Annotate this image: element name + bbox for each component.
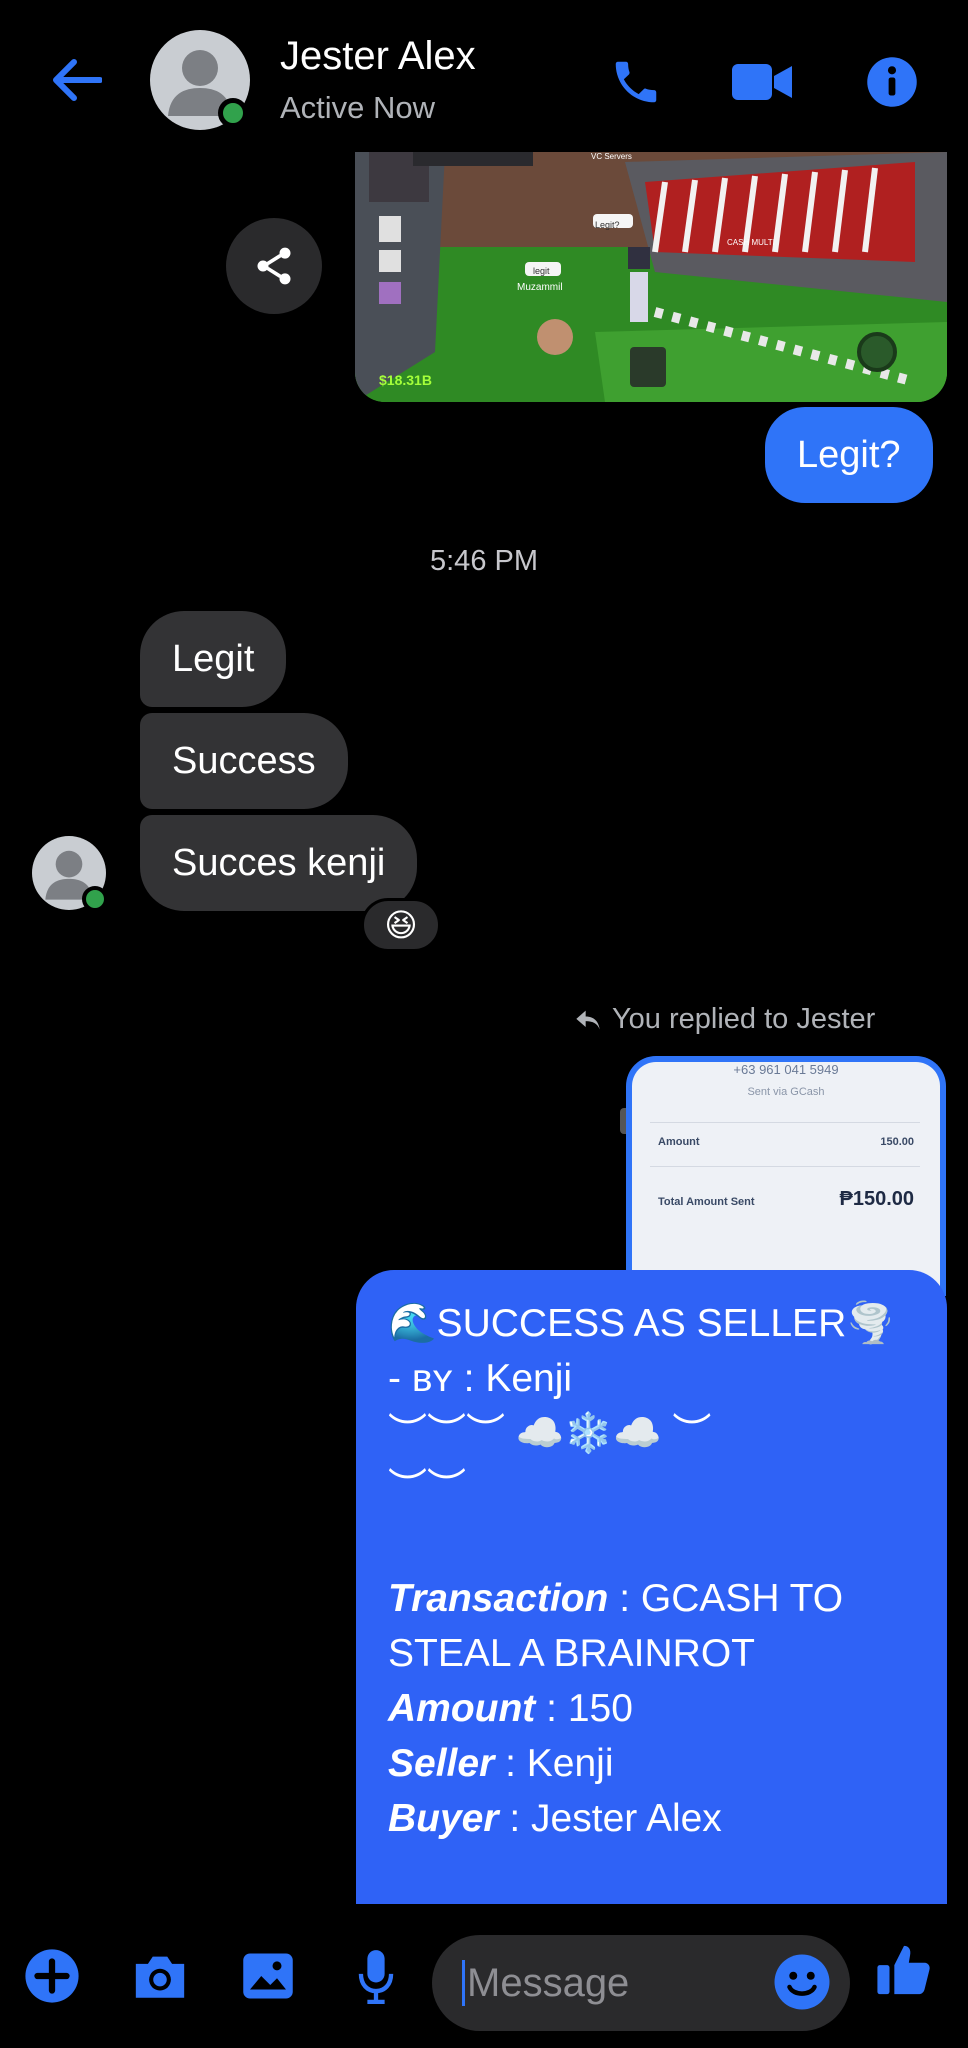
reply-context-label: You replied to Jester (612, 1003, 876, 1035)
msg-amount-label: Amount (388, 1687, 536, 1730)
message-placeholder: Message (467, 1960, 630, 2005)
more-actions-button[interactable] (20, 1944, 84, 2008)
image-icon (243, 1953, 293, 1999)
microphone-icon (358, 1950, 394, 2004)
msg-transaction: Transaction : GCASH TO STEAL A BRAINROT (388, 1571, 915, 1681)
legit-sign-label: legit (533, 266, 550, 276)
receipt-total-label: Total Amount Sent (658, 1196, 755, 1208)
incoming-message[interactable]: Succes kenji (140, 815, 418, 911)
cash-multi-label: CASH MULTI (727, 238, 775, 247)
video-call-button[interactable] (730, 50, 794, 114)
msg-buyer: Buyer : Jester Alex (388, 1791, 915, 1846)
msg-by-line: - ʙʏ : Kenji (388, 1351, 915, 1406)
msg-seller-label: Seller (388, 1742, 495, 1785)
voice-message-button[interactable] (344, 1944, 408, 2008)
emoji-button[interactable] (772, 1952, 832, 2012)
msg-decor: ︶︶ (388, 1467, 467, 1510)
vc-servers-label: VC Servers (591, 152, 632, 161)
smiley-icon (774, 1954, 830, 2010)
reply-context: You replied to Jester (574, 1003, 875, 1036)
receipt-amount-value: 150.00 (880, 1136, 914, 1148)
incoming-message[interactable]: Success (140, 713, 348, 809)
contact-name[interactable]: Jester Alex (280, 34, 476, 79)
presence-dot (82, 886, 108, 912)
plus-circle-icon (25, 1949, 79, 2003)
cash-label: $18.31B (379, 372, 432, 388)
like-button[interactable] (872, 1938, 936, 2002)
arrow-left-icon (53, 59, 102, 101)
receipt-divider (650, 1166, 920, 1167)
gallery-button[interactable] (236, 1944, 300, 2008)
chat-header (0, 0, 968, 150)
msg-seller: Seller : Kenji (388, 1736, 915, 1791)
message-reaction[interactable]: 😆 (361, 898, 441, 952)
thumbs-up-icon (877, 1945, 930, 1995)
voice-call-button[interactable] (604, 50, 668, 114)
info-button[interactable] (860, 50, 924, 114)
camera-button[interactable] (128, 1944, 192, 2008)
receipt-sent-via: Sent via GCash (747, 1086, 825, 1098)
phone-icon (615, 61, 657, 103)
msg-amount: Amount : 150 (388, 1681, 915, 1736)
replied-receipt-image[interactable]: +63 961 041 5949 Sent via GCash Amount 1… (626, 1056, 946, 1296)
receipt-total-value: ₱150.00 (839, 1188, 914, 1210)
msg-seller-value: : Kenji (494, 1742, 614, 1785)
receipt-divider (650, 1122, 920, 1123)
text-caret (462, 1960, 465, 2006)
msg-decor: ︶︶︶ ☁️❄️☁️ ︶ (388, 1412, 712, 1455)
game-scene (355, 152, 947, 402)
msg-spacer (388, 1516, 915, 1571)
reply-arrow-icon (576, 1010, 600, 1029)
back-button[interactable] (44, 50, 108, 110)
presence-dot (218, 98, 248, 128)
share-button[interactable] (226, 218, 322, 314)
msg-title: 🌊SUCCESS AS SELLER🌪️ (388, 1302, 895, 1345)
game-screenshot-image[interactable]: Legit? legit Muzammil $18.31B CASH MULTI… (355, 152, 947, 402)
outgoing-message[interactable]: Legit? (765, 407, 933, 503)
legit-q-label: Legit? (595, 220, 620, 230)
info-icon (867, 57, 917, 107)
share-icon (257, 247, 291, 285)
msg-by-prefix: - ʙʏ : (388, 1357, 486, 1400)
contact-status: Active Now (280, 90, 436, 125)
msg-transaction-label: Transaction (388, 1577, 609, 1620)
receipt-phone: +63 961 041 5949 (733, 1062, 839, 1077)
msg-buyer-label: Buyer (388, 1797, 499, 1840)
msg-by-name: Kenji (485, 1357, 573, 1400)
receipt-amount-label: Amount (658, 1136, 700, 1148)
msg-amount-value: : 150 (535, 1687, 633, 1730)
message-timestamp: 5:46 PM (430, 545, 538, 577)
incoming-message[interactable]: Legit (140, 611, 287, 707)
video-camera-icon (732, 64, 792, 100)
outgoing-reply-message[interactable]: 🌊SUCCESS AS SELLER🌪️ - ʙʏ : Kenji ︶︶︶ ☁️… (356, 1270, 947, 1904)
player-name-label: Muzammil (517, 282, 563, 293)
camera-icon (135, 1956, 185, 1998)
msg-buyer-value: : Jester Alex (498, 1797, 722, 1840)
